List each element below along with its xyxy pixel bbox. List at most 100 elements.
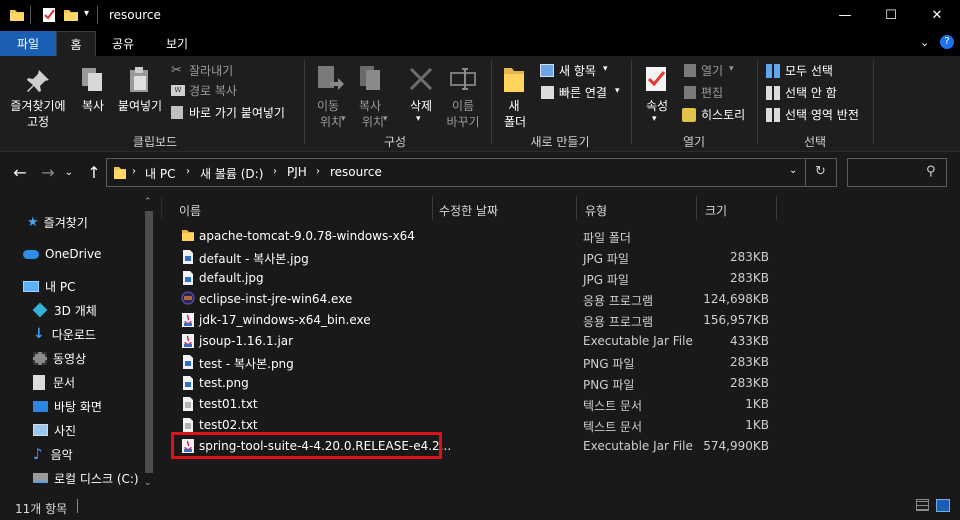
- refresh-icon[interactable]: ↻: [815, 164, 826, 179]
- tab-home[interactable]: 홈: [56, 31, 96, 56]
- nav-item-documents[interactable]: 문서: [33, 372, 75, 392]
- up-arrow-icon[interactable]: ↑: [84, 162, 104, 182]
- tab-file[interactable]: 파일: [0, 31, 56, 56]
- file-size: 1KB: [745, 397, 769, 411]
- file-type: PNG 파일: [583, 357, 635, 371]
- tab-view[interactable]: 보기: [154, 31, 200, 56]
- paste-shortcut-icon: [171, 106, 183, 119]
- file-row[interactable]: default - 복사본.jpg JPG 파일 283KB: [173, 247, 773, 268]
- breadcrumb-volume-d[interactable]: 새 볼륨 (D:): [200, 165, 263, 182]
- nav-item-label: OneDrive: [45, 247, 102, 261]
- file-size: 1KB: [745, 418, 769, 432]
- file-row[interactable]: default.jpg JPG 파일 283KB: [173, 268, 773, 289]
- group-separator-4: [757, 60, 758, 144]
- nav-item-label: 음악: [50, 447, 73, 462]
- nav-item-music[interactable]: ♪ 음악: [33, 444, 73, 464]
- address-bar[interactable]: › 내 PC › 새 볼륨 (D:) › PJH › resource ⌄ ↻: [106, 158, 837, 187]
- paste-icon: [130, 67, 148, 92]
- search-box[interactable]: ⚲: [847, 158, 947, 187]
- address-dropdown-icon[interactable]: ⌄: [789, 165, 797, 176]
- nav-item-3d-objects[interactable]: 3D 개체: [32, 300, 97, 320]
- column-header-size[interactable]: 크기: [705, 200, 727, 220]
- close-icon: ✕: [931, 8, 943, 23]
- window-title: resource: [109, 8, 161, 22]
- file-row[interactable]: test - 복사본.png PNG 파일 283KB: [173, 352, 773, 373]
- item-count: 11개 항목: [15, 502, 68, 516]
- eclipse-icon: [181, 291, 195, 308]
- properties-qat-icon[interactable]: [41, 7, 57, 23]
- file-size: 156,957KB: [703, 313, 769, 327]
- recent-locations-icon[interactable]: ⌄: [62, 162, 76, 182]
- file-row[interactable]: jsoup-1.16.1.jar Executable Jar File 433KB: [173, 331, 773, 352]
- file-row[interactable]: spring-tool-suite-4-4.20.0.RELEASE-e4.2.…: [171, 432, 773, 459]
- select-all-icon: [766, 64, 780, 78]
- new-item-dropdown-icon: ▾: [603, 64, 608, 74]
- nav-item-onedrive[interactable]: OneDrive: [23, 244, 101, 264]
- new-group-label: 새로 만들기: [530, 135, 590, 149]
- group-separator-2: [491, 60, 492, 144]
- column-separator[interactable]: [576, 196, 577, 220]
- column-header-modified[interactable]: 수정한 날짜: [439, 200, 498, 220]
- breadcrumb-my-pc[interactable]: 내 PC: [145, 165, 175, 182]
- address-separator: [805, 159, 806, 186]
- file-type: 응용 프로그램: [583, 294, 654, 308]
- qat-dropdown-icon[interactable]: ▾: [84, 8, 89, 19]
- film-icon: [33, 351, 47, 365]
- new-item-icon: [540, 64, 554, 77]
- breadcrumb-chevron-icon[interactable]: ›: [273, 166, 277, 177]
- history-icon: [682, 108, 696, 122]
- minimize-button[interactable]: —: [822, 0, 868, 31]
- collapse-ribbon-icon[interactable]: ⌄: [920, 36, 929, 49]
- column-separator[interactable]: [432, 196, 433, 220]
- nav-item-local-disk-c[interactable]: 로컬 디스크 (C:): [33, 468, 139, 488]
- scroll-down-icon[interactable]: ⌄: [144, 478, 152, 488]
- scroll-up-icon[interactable]: ⌃: [144, 197, 152, 207]
- breadcrumb-chevron-icon[interactable]: ›: [186, 166, 190, 177]
- back-arrow-icon[interactable]: ←: [10, 162, 30, 182]
- nav-item-label: 내 PC: [45, 279, 76, 294]
- file-name: test.png: [199, 376, 249, 390]
- file-row[interactable]: apache-tomcat-9.0.78-windows-x64 파일 폴더: [173, 226, 773, 247]
- breadcrumb-pjh[interactable]: PJH: [287, 165, 307, 179]
- copy-path-icon: W: [171, 85, 185, 96]
- nav-item-pictures[interactable]: 사진: [33, 420, 76, 440]
- help-icon[interactable]: ?: [940, 35, 954, 49]
- nav-scrollbar[interactable]: ⌃ ⌄: [142, 195, 156, 495]
- new-item-label: 새 항목: [559, 64, 596, 78]
- file-name: jdk-17_windows-x64_bin.exe: [199, 313, 371, 327]
- paste-shortcut-label: 바로 가기 붙여넣기: [189, 106, 285, 120]
- open-group-label: 열기: [682, 135, 706, 149]
- breadcrumb-chevron-icon[interactable]: ›: [132, 166, 136, 177]
- new-folder-qat-icon[interactable]: [63, 7, 79, 23]
- column-separator[interactable]: [776, 196, 777, 220]
- nav-item-my-pc[interactable]: 내 PC: [23, 276, 75, 296]
- nav-item-videos[interactable]: 동영상: [33, 348, 86, 368]
- copy-to-icon: [360, 66, 380, 90]
- file-row[interactable]: test02.txt 텍스트 문서 1KB: [173, 415, 773, 436]
- copy-to-label-1: 복사: [358, 99, 382, 113]
- close-button[interactable]: ✕: [914, 0, 960, 31]
- column-header-name[interactable]: 이름: [179, 200, 201, 220]
- breadcrumb-chevron-icon[interactable]: ›: [316, 166, 320, 177]
- maximize-button[interactable]: ☐: [868, 0, 914, 31]
- music-note-icon: ♪: [33, 445, 43, 463]
- nav-item-desktop[interactable]: 바탕 화면: [33, 396, 102, 416]
- file-name: jsoup-1.16.1.jar: [199, 334, 294, 348]
- invert-selection-icon: [766, 108, 780, 122]
- nav-item-downloads[interactable]: ↓ 다운로드: [33, 324, 96, 344]
- forward-arrow-icon[interactable]: →: [38, 162, 58, 182]
- breadcrumb-resource[interactable]: resource: [330, 165, 382, 179]
- history-label: 히스토리: [701, 108, 746, 122]
- tab-share[interactable]: 공유: [100, 31, 146, 56]
- nav-item-quick-access[interactable]: ★ 즐겨찾기: [27, 212, 88, 232]
- file-row[interactable]: test01.txt 텍스트 문서 1KB: [173, 394, 773, 415]
- file-row[interactable]: jdk-17_windows-x64_bin.exe 응용 프로그램 156,957…: [173, 310, 773, 331]
- details-view-icon[interactable]: [916, 499, 929, 511]
- column-header-type[interactable]: 유형: [585, 200, 607, 220]
- file-row[interactable]: test.png PNG 파일 283KB: [173, 373, 773, 394]
- large-icons-view-icon[interactable]: [936, 499, 950, 512]
- column-header-separator[interactable]: [696, 196, 697, 220]
- file-row[interactable]: eclipse-inst-jre-win64.exe 응용 프로그램 124,698…: [173, 289, 773, 310]
- scrollbar-thumb[interactable]: [145, 211, 153, 473]
- file-type: 응용 프로그램: [583, 315, 654, 329]
